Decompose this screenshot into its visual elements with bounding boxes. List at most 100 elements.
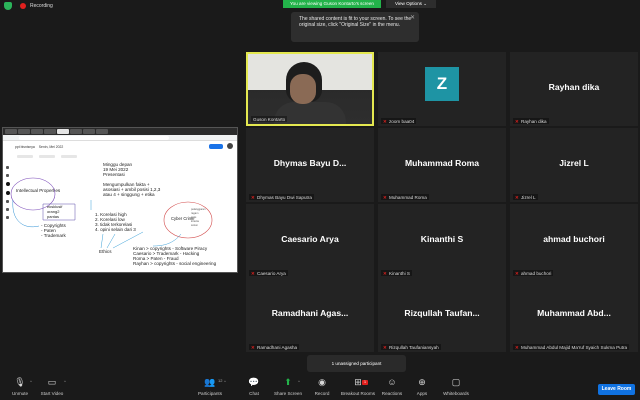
assignment-line: Rayhan > copyrights - social engineering [133, 261, 217, 266]
participant-video [248, 54, 372, 124]
whiteboards-label: Whiteboards [443, 391, 469, 396]
doc-toolbar [3, 153, 237, 160]
recording-indicator[interactable]: Recording [4, 2, 53, 10]
mic-muted-icon: ✕ [251, 344, 255, 350]
cyber-note: kriteria [191, 219, 199, 223]
participant-tile-ramadhani[interactable]: Ramadhani Agas... ✕ Ramadhani Agasha [246, 278, 374, 352]
participant-tile-ahmad[interactable]: ahmad buchori ✕ ahmad buchori [510, 204, 638, 278]
participant-label: ✕ Rayhan dika [513, 118, 549, 124]
unassigned-participant-notice[interactable]: 1 unassigned participant [307, 355, 406, 372]
participant-tile-rizqullah[interactable]: Rizqullah Taufan... ✕ Rizqullah Taufania… [378, 278, 506, 352]
mic-muted-icon: ✕ [251, 270, 255, 276]
start-video-button[interactable]: ▭ Start Video [32, 377, 72, 399]
chevron-down-icon: ⌄ [423, 1, 428, 6]
participant-name: Rayhan dika [548, 82, 600, 92]
participant-label: ✕ Dhymas Bayu Dwi Saputra [249, 194, 314, 200]
whiteboard-icon: ▢ [451, 377, 461, 387]
participant-name: Rizqullah Taufan... [404, 308, 480, 318]
recording-label: Recording [30, 3, 53, 9]
browser-tab [5, 129, 17, 134]
cyber-note: pelanggaran [191, 207, 206, 211]
participant-name: Muhammad Roma [404, 158, 479, 168]
participant-tile-muhammad-abdul[interactable]: Muhammad Abd... ✕ Muhammad Abdul Majid M… [510, 278, 638, 352]
chevron-up-icon[interactable]: ^ [298, 379, 300, 384]
browser-tab [31, 129, 43, 134]
avatar [227, 143, 233, 149]
participant-label: ✕ ahmad buchori [513, 270, 554, 276]
mic-muted-icon: ✕ [515, 194, 519, 200]
mic-muted-icon: ✕ [251, 194, 255, 200]
close-icon[interactable]: ✕ [410, 14, 415, 21]
participant-label-text: Rizqullah Taufaniansyah [389, 344, 439, 350]
view-options-label: View Options [394, 1, 422, 6]
whiteboard-canvas: Minggu depan 19 Mei 2022 Presentasi Meng… [10, 162, 217, 266]
mic-muted-icon: ✕ [515, 118, 519, 124]
record-button[interactable]: ◉ Record [302, 377, 342, 399]
mic-muted-icon: ✕ [383, 270, 387, 276]
ip-item: pantas [47, 214, 59, 219]
tooltip-text: The shared content is fit to your screen… [299, 16, 412, 29]
participant-label-text: Muhammad Abdul Majid Ma'ruf Syaich Sukma… [521, 344, 628, 350]
participant-label: Guson Kontarto [251, 116, 288, 122]
fit-screen-tooltip: The shared content is fit to your screen… [291, 12, 419, 42]
ip-circle [10, 177, 56, 211]
start-video-label: Start Video [40, 391, 64, 396]
participant-label-text: ahmad buchori [521, 270, 552, 276]
participant-tile-guson[interactable]: Guson Kontarto [246, 52, 374, 126]
doc-tool [61, 155, 77, 158]
participant-tile-dhymas[interactable]: Dhymas Bayu D... ✕ Dhymas Bayu Dwi Saput… [246, 128, 374, 202]
view-options-button[interactable]: View Options ⌄ [386, 0, 436, 8]
participant-name: Jizrel L [559, 158, 589, 168]
leave-room-button[interactable]: Leave Room [598, 384, 635, 395]
browser-tab [44, 129, 56, 134]
participant-tile-rayhan[interactable]: Rayhan dika ✕ Rayhan dika [510, 52, 638, 126]
doc-share-button [209, 144, 223, 149]
participant-label-text: Caesario Arya [257, 270, 286, 276]
breakout-badge: 1 [362, 380, 368, 385]
record-label: Record [314, 391, 330, 396]
participant-label-text: Muhammad Roma [389, 194, 427, 200]
note-line: Presentasi [103, 172, 125, 177]
mic-muted-icon: ✕ [383, 118, 387, 124]
chevron-up-icon[interactable]: ^ [224, 379, 226, 384]
ip-list-item: - Trademark [41, 233, 66, 238]
participant-label-text: Rayhan dika [521, 118, 547, 124]
browser-tab [83, 129, 95, 134]
doc-title: ppt bisnisnya [15, 145, 35, 149]
participant-name: Ramadhani Agas... [271, 308, 349, 318]
shared-screen: ppt bisnisnya Senin, Mei 2022 Minggu dep… [2, 127, 238, 273]
recording-dot-icon [20, 3, 26, 9]
ethics-label: Ethics [99, 249, 112, 254]
participant-tile-jizrel[interactable]: Jizrel L ✕ Jizrel L [510, 128, 638, 202]
participant-tile-kinanthi[interactable]: Kinanthi S ✕ Kinanthi S [378, 204, 506, 278]
participants-count: 12 [218, 378, 223, 383]
avatar: Z [425, 67, 459, 101]
participant-label-text: Guson Kontarto [253, 116, 286, 122]
security-shield-icon[interactable] [4, 2, 12, 10]
mic-muted-icon: ✕ [515, 344, 519, 350]
cyber-note: ragam [191, 211, 198, 215]
video-off-icon: ▭ [47, 377, 57, 387]
participant-tile-caesario[interactable]: Caesario Arya ✕ Caesario Arya [246, 204, 374, 278]
arrow-line [12, 199, 40, 228]
participant-label: ✕ Muhammad Abdul Majid Ma'ruf Syaich Suk… [513, 344, 630, 350]
person-face [290, 74, 316, 104]
mic-muted-icon: ✕ [515, 270, 519, 276]
doc-header: ppt bisnisnya Senin, Mei 2022 [3, 141, 237, 153]
doc-tool [17, 155, 33, 158]
participant-tile-roma[interactable]: Muhammad Roma ✕ Muhammad Roma [378, 128, 506, 202]
participant-label: ✕ Muhammad Roma [381, 194, 429, 200]
participant-name: ahmad buchori [543, 234, 605, 244]
participant-name: Kinanthi S [420, 234, 464, 244]
chevron-up-icon[interactable]: ^ [64, 379, 66, 384]
participant-name: Muhammad Abd... [537, 308, 611, 318]
browser-tab [96, 129, 108, 134]
participant-name: Caesario Arya [281, 234, 339, 244]
whiteboards-button[interactable]: ▢ Whiteboards [436, 377, 476, 399]
browser-tab-strip [3, 128, 237, 135]
viewing-banner: You are viewing Guson Kontarto's screen [283, 0, 381, 8]
participant-label: ✕ Kinanthi S [381, 270, 412, 276]
doc-date: Senin, Mei 2022 [38, 145, 64, 149]
participant-tile-zoom[interactable]: Z ✕ zoom baa04 [378, 52, 506, 126]
participant-label-text: Ramadhani Agasha [257, 344, 298, 350]
